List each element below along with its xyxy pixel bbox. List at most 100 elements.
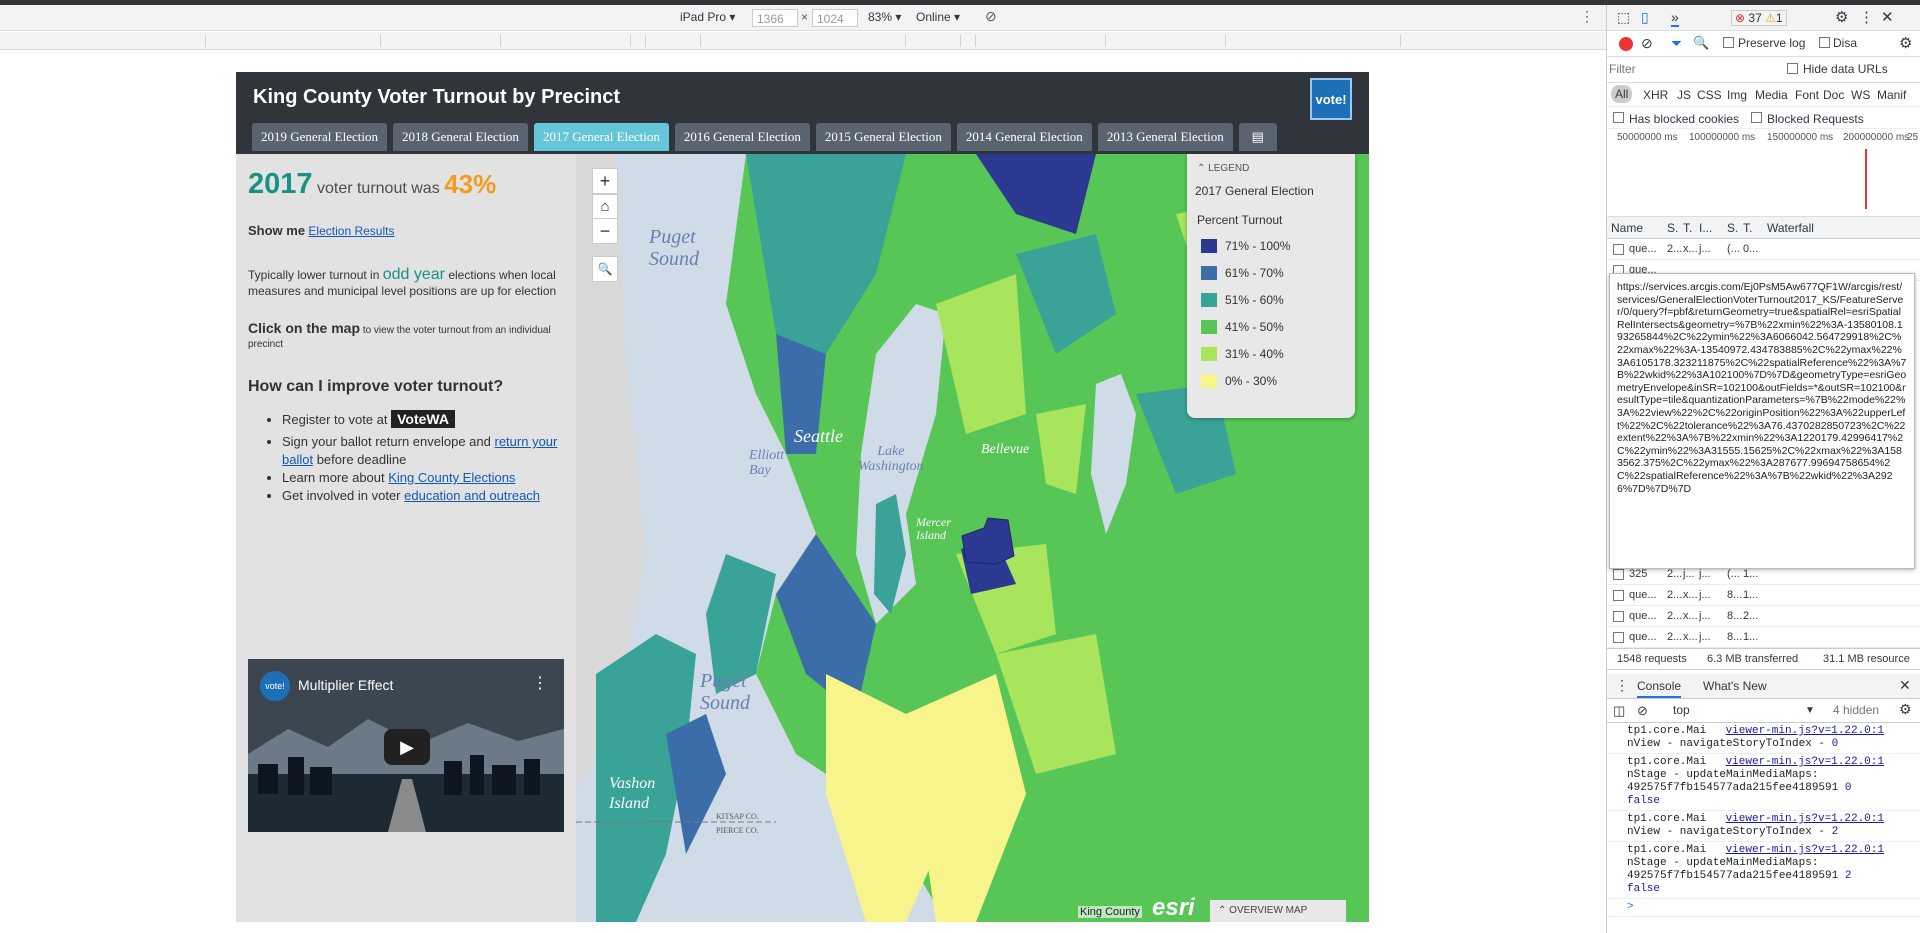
- more-tabs-icon[interactable]: »: [1671, 9, 1679, 27]
- video-title[interactable]: Multiplier Effect: [298, 677, 393, 693]
- table-row[interactable]: que... 2... x... j... 8... 1...: [1607, 627, 1920, 648]
- tab-2013[interactable]: 2013 General Election: [1097, 123, 1233, 151]
- table-row[interactable]: que... 2... x... j... 8... 2...: [1607, 606, 1920, 627]
- tab-2014[interactable]: 2014 General Election: [956, 123, 1092, 151]
- type-all[interactable]: All: [1611, 85, 1633, 103]
- console-settings-icon[interactable]: ⚙: [1899, 701, 1912, 718]
- vote-logo[interactable]: vote!: [1310, 78, 1352, 120]
- row-checkbox[interactable]: [1613, 632, 1624, 643]
- votewa-logo[interactable]: VoteWA: [391, 410, 455, 428]
- type-css[interactable]: CSS: [1697, 88, 1722, 102]
- tab-2019[interactable]: 2019 General Election: [252, 123, 387, 151]
- blocked-requests-checkbox[interactable]: [1751, 112, 1762, 123]
- network-settings-icon[interactable]: ⚙: [1899, 34, 1912, 52]
- device-select[interactable]: iPad Pro ▾: [680, 10, 735, 24]
- tab-2015[interactable]: 2015 General Election: [815, 123, 951, 151]
- msg-value: 0: [1831, 738, 1839, 750]
- col-status[interactable]: S.: [1667, 221, 1678, 235]
- width-input[interactable]: 1366: [752, 9, 798, 27]
- col-name[interactable]: Name: [1611, 221, 1643, 235]
- search-icon[interactable]: 🔍: [592, 256, 618, 282]
- issues-badge[interactable]: ⊗ 37 ⚠1: [1731, 10, 1787, 26]
- hide-data-urls-checkbox[interactable]: [1787, 63, 1798, 74]
- col-size[interactable]: S.: [1727, 221, 1738, 235]
- type-media[interactable]: Media: [1755, 88, 1788, 102]
- video-embed[interactable]: vote! Multiplier Effect ⋮ ▶: [248, 659, 564, 832]
- network-overview[interactable]: 50000000 ms 100000000 ms 150000000 ms 20…: [1607, 129, 1920, 217]
- col-time[interactable]: T.: [1743, 221, 1752, 235]
- election-results-link[interactable]: Election Results: [308, 224, 394, 238]
- search-icon[interactable]: 🔍: [1693, 35, 1709, 51]
- console-message: tp1.core.Mai viewer-min.js?v=1.22.0:1 nV…: [1607, 723, 1920, 754]
- sidebar-toggle-icon[interactable]: ◫: [1613, 703, 1625, 719]
- type-font[interactable]: Font: [1795, 88, 1819, 102]
- throttle-select[interactable]: Online ▾: [916, 10, 960, 24]
- legend-header[interactable]: ⌃ LEGEND: [1197, 163, 1249, 174]
- zoom-in-button[interactable]: +: [592, 168, 618, 194]
- row-checkbox[interactable]: [1613, 611, 1624, 622]
- tab-console[interactable]: Console: [1637, 679, 1682, 698]
- legend-item: 71% - 100%: [1201, 238, 1290, 254]
- msg-source-link[interactable]: viewer-min.js?v=1.22.0:1: [1726, 756, 1884, 769]
- row-checkbox[interactable]: [1613, 244, 1624, 255]
- label-bellevue: Bellevue: [981, 442, 1030, 457]
- more-options-icon[interactable]: ⋮: [1580, 8, 1594, 25]
- col-initiator[interactable]: I...: [1699, 221, 1712, 235]
- table-row[interactable]: que... 2... x... j... (... 0...: [1607, 239, 1920, 260]
- row-name: que...: [1629, 243, 1657, 255]
- label-puget-sound-south: Puget Sound: [700, 670, 750, 714]
- type-manifest[interactable]: Manif: [1877, 88, 1906, 102]
- url-tooltip: https://services.arcgis.com/Ej0PsM5Aw677…: [1609, 273, 1915, 569]
- zoom-out-button[interactable]: −: [592, 218, 618, 244]
- education-outreach-link[interactable]: education and outreach: [404, 488, 540, 503]
- tab-2018[interactable]: 2018 General Election: [392, 123, 528, 151]
- close-drawer-icon[interactable]: ✕: [1899, 677, 1911, 694]
- record-icon[interactable]: [1619, 37, 1633, 51]
- filter-icon[interactable]: ⏷: [1671, 35, 1682, 52]
- headline-percent: 43%: [444, 169, 497, 199]
- msg-source-link[interactable]: viewer-min.js?v=1.22.0:1: [1726, 844, 1884, 857]
- col-waterfall[interactable]: Waterfall: [1767, 221, 1814, 235]
- overview-map-toggle[interactable]: ⌃ OVERVIEW MAP: [1210, 900, 1346, 922]
- tab-2016[interactable]: 2016 General Election: [674, 123, 810, 151]
- context-select[interactable]: top: [1673, 703, 1690, 717]
- type-js[interactable]: JS: [1677, 88, 1691, 102]
- type-doc[interactable]: Doc: [1823, 88, 1844, 102]
- type-xhr[interactable]: XHR: [1643, 88, 1668, 102]
- msg-source-link[interactable]: viewer-min.js?v=1.22.0:1: [1726, 813, 1884, 826]
- blocked-cookies-checkbox[interactable]: [1613, 112, 1624, 123]
- tab-whats-new[interactable]: What's New: [1703, 679, 1767, 693]
- zoom-select[interactable]: 83% ▾: [868, 10, 901, 24]
- rotate-icon[interactable]: ⊘: [985, 8, 997, 25]
- device-toggle-icon[interactable]: ▯: [1641, 9, 1649, 26]
- legend-label: 31% - 40%: [1225, 347, 1284, 361]
- video-more-icon[interactable]: ⋮: [532, 673, 548, 693]
- table-row[interactable]: que... 2... x... j... 8... 1...: [1607, 585, 1920, 606]
- play-icon[interactable]: ▶: [384, 729, 430, 765]
- clear-console-icon[interactable]: ⊘: [1637, 703, 1648, 719]
- row-initiator: j...: [1699, 589, 1711, 601]
- king-county-elections-link[interactable]: King County Elections: [388, 470, 515, 485]
- disable-cache-checkbox[interactable]: [1819, 37, 1830, 48]
- col-type[interactable]: T.: [1683, 221, 1692, 235]
- filter-input[interactable]: [1609, 60, 1789, 78]
- video-channel-logo: vote!: [260, 671, 290, 701]
- table-icon[interactable]: ▤: [1238, 123, 1277, 151]
- more-options-icon[interactable]: ⋮: [1859, 8, 1874, 26]
- msg-source-link[interactable]: viewer-min.js?v=1.22.0:1: [1726, 725, 1884, 738]
- home-icon[interactable]: ⌂: [592, 194, 618, 220]
- tab-2017[interactable]: 2017 General Election: [533, 123, 669, 151]
- settings-icon[interactable]: ⚙: [1835, 8, 1848, 26]
- drawer-menu-icon[interactable]: ⋮: [1615, 677, 1629, 694]
- inspect-icon[interactable]: ⬚: [1617, 9, 1630, 26]
- network-controls: ⊘ ⏷ 🔍 Preserve log Disa ⚙: [1607, 31, 1920, 57]
- close-icon[interactable]: ✕: [1881, 8, 1894, 26]
- type-ws[interactable]: WS: [1851, 88, 1870, 102]
- height-input[interactable]: 1024: [812, 9, 858, 27]
- console-prompt[interactable]: >: [1607, 899, 1920, 917]
- row-checkbox[interactable]: [1613, 590, 1624, 601]
- type-img[interactable]: Img: [1727, 88, 1747, 102]
- clear-icon[interactable]: ⊘: [1641, 35, 1653, 52]
- preserve-log-checkbox[interactable]: [1723, 37, 1734, 48]
- row-checkbox[interactable]: [1613, 569, 1624, 580]
